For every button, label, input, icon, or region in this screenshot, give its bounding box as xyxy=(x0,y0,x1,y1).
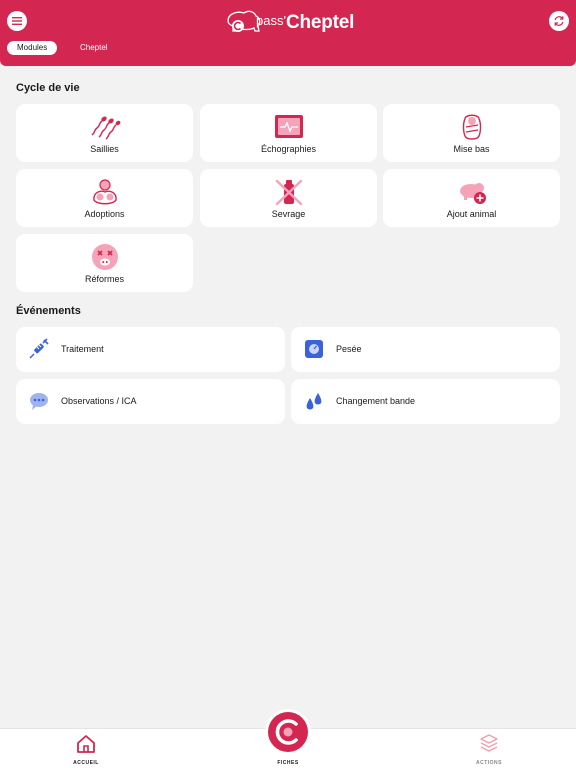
row-observations-ica[interactable]: Observations / ICA xyxy=(16,379,285,424)
sync-button[interactable] xyxy=(549,11,569,31)
tile-ajout-animal[interactable]: Ajout animal xyxy=(383,169,560,227)
tab-cheptel[interactable]: Cheptel xyxy=(70,41,118,55)
app-logo: pass'Cheptel xyxy=(224,9,354,37)
tile-saillies[interactable]: Saillies xyxy=(16,104,193,162)
piglets-group-icon xyxy=(89,178,121,206)
bottle-crossed-icon xyxy=(273,178,305,206)
tile-label: Échographies xyxy=(260,144,317,154)
dead-pig-icon xyxy=(89,243,121,271)
swaddled-piglet-icon xyxy=(456,113,488,141)
nav-label: ACTIONS xyxy=(476,760,502,766)
row-label: Traitement xyxy=(61,344,104,354)
fiches-logo-icon xyxy=(268,712,308,752)
tile-label: Mise bas xyxy=(453,144,490,154)
sync-icon xyxy=(554,16,564,26)
nav-actions[interactable]: ACTIONS xyxy=(449,733,529,766)
menu-button[interactable] xyxy=(7,11,27,31)
tile-label: Adoptions xyxy=(84,209,125,219)
row-pesee[interactable]: Pesée xyxy=(291,327,560,372)
hamburger-menu-icon xyxy=(12,17,22,25)
logo-brand: Cheptel xyxy=(285,12,355,33)
tile-sevrage[interactable]: Sevrage xyxy=(200,169,377,227)
tile-adoptions[interactable]: Adoptions xyxy=(16,169,193,227)
section-title-evenements: Événements xyxy=(16,305,81,317)
tile-label: Réformes xyxy=(84,274,124,284)
pig-add-icon xyxy=(456,178,488,206)
tile-label: Sevrage xyxy=(271,209,306,219)
row-changement-bande[interactable]: Changement bande xyxy=(291,379,560,424)
sperm-icon xyxy=(89,113,121,141)
row-label: Pesée xyxy=(336,344,362,354)
layers-icon xyxy=(480,734,498,752)
section-title-cycle-de-vie: Cycle de vie xyxy=(16,82,80,94)
nav-accueil[interactable]: ACCUEIL xyxy=(46,733,126,766)
tile-label: Ajout animal xyxy=(446,209,497,219)
tile-mise-bas[interactable]: Mise bas xyxy=(383,104,560,162)
logo-prefix: pass' xyxy=(256,13,286,28)
row-label: Observations / ICA xyxy=(61,396,137,406)
tile-label: Saillies xyxy=(90,144,119,154)
drops-icon xyxy=(303,390,325,412)
scale-icon xyxy=(303,338,325,360)
syringe-icon xyxy=(28,338,50,360)
row-traitement[interactable]: Traitement xyxy=(16,327,285,372)
ultrasound-screen-icon xyxy=(273,113,305,141)
row-label: Changement bande xyxy=(336,396,416,406)
nav-label: ACCUEIL xyxy=(73,760,99,766)
app-header: pass'Cheptel Modules Cheptel xyxy=(0,0,576,66)
tile-reformes[interactable]: Réformes xyxy=(16,234,193,292)
chat-bubble-icon xyxy=(28,390,50,412)
home-icon xyxy=(77,735,95,753)
tab-modules[interactable]: Modules xyxy=(7,41,58,55)
nav-label: FICHES xyxy=(277,760,299,766)
nav-fiches[interactable] xyxy=(265,709,311,755)
tile-echographies[interactable]: Échographies xyxy=(200,104,377,162)
